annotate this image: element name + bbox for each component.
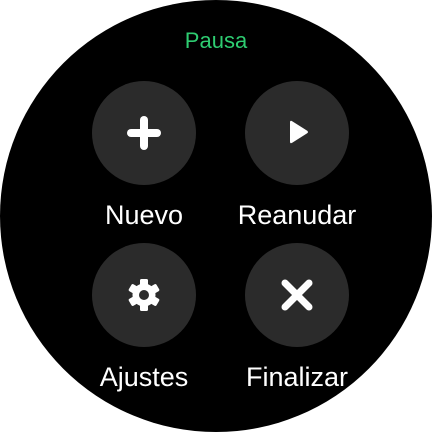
- settings-label: Ajustes: [99, 362, 189, 392]
- new-label: Nuevo: [104, 200, 184, 230]
- resume-action: Reanudar: [217, 81, 377, 231]
- play-icon: [281, 117, 313, 149]
- screen-title: Pausa: [184, 28, 248, 53]
- resume-button[interactable]: [245, 81, 349, 185]
- gear-icon: [126, 277, 162, 313]
- finish-button[interactable]: [245, 243, 349, 347]
- finish-action: Finalizar: [217, 243, 377, 393]
- settings-button[interactable]: [92, 243, 196, 347]
- close-icon: [280, 278, 314, 312]
- finish-label: Finalizar: [245, 362, 349, 392]
- settings-action: Ajustes: [64, 243, 224, 393]
- new-button[interactable]: [92, 81, 196, 185]
- watch-screen: Pausa Nuevo Reanudar Ajustes Finalizar: [0, 0, 432, 432]
- new-action: Nuevo: [64, 81, 224, 231]
- resume-label: Reanudar: [237, 200, 357, 230]
- plus-icon: [124, 113, 164, 153]
